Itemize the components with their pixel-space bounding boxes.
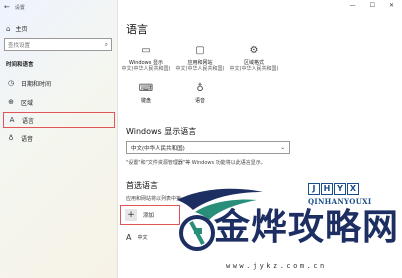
window-icon: ▢: [195, 45, 205, 56]
sidebar-item-region[interactable]: ⊕ 区域: [3, 94, 115, 110]
watermark-plug-icon: [179, 215, 215, 251]
watermark-brand-letters: J H Y X: [308, 183, 371, 195]
tile-label: 语音: [194, 98, 205, 104]
window-controls: — ☐ ✕: [350, 2, 394, 9]
tile-sub: 中文(中华人民共和国): [229, 66, 279, 72]
tile-sub: 中文(中华人民共和国): [121, 66, 171, 72]
microphone-icon: ♁: [8, 134, 14, 142]
sidebar-item-label: 日期和时间: [21, 80, 52, 88]
sidebar-item-label: 语言: [22, 117, 35, 125]
display-language-select[interactable]: 中文(中华人民共和国) ⌄: [126, 141, 290, 154]
tile-speech[interactable]: ♁ 语音: [174, 82, 226, 104]
display-language-note: "设置"和"文件资源管理器"等 Windows 功能将以此语言显示。: [126, 160, 266, 166]
language-icon: A: [126, 233, 132, 242]
sidebar-item-speech[interactable]: ♁ 语音: [3, 130, 115, 146]
tile-apps-websites[interactable]: ▢ 应用和网站 中文(中华人民共和国): [174, 44, 226, 72]
display-language-heading: Windows 显示语言: [126, 127, 197, 136]
section-title: 时间和语言: [6, 62, 34, 68]
watermark-brand-latin: QINHANYOUXI: [308, 197, 372, 206]
settings-sidebar: ← 设置 ⌂ 主页 查找设置 ⌕ 时间和语言 ◷ 日期和时间 ⊕ 区域 A 语言…: [0, 0, 118, 278]
language-list-item[interactable]: A 中文: [126, 233, 148, 242]
chevron-down-icon: ⌄: [280, 144, 285, 151]
home-icon: ⌂: [6, 24, 11, 33]
window-title: 设置: [14, 5, 25, 11]
add-language-label: 添加: [143, 213, 155, 219]
search-placeholder: 查找设置: [8, 42, 31, 49]
preferred-language-heading: 首选语言: [126, 181, 158, 190]
calendar-clock-icon: ◷: [7, 79, 15, 87]
tile-windows-display[interactable]: ▭ Windows 显示 中文(中华人民共和国): [120, 44, 172, 72]
watermark-site-name: 金烨攻略网: [214, 207, 400, 248]
watermark-brand: J H Y X QINHANYOUXI: [308, 183, 371, 206]
minimize-icon[interactable]: —: [350, 2, 356, 9]
sidebar-item-date-time[interactable]: ◷ 日期和时间: [3, 75, 115, 91]
tile-keyboard[interactable]: ⌨ 键盘: [120, 82, 172, 104]
title-bar: ← 设置: [4, 3, 25, 12]
search-icon: ⌕: [104, 40, 108, 48]
tile-sub: 中文(中华人民共和国): [175, 66, 225, 72]
watermark-url: www.jykz.com.cn: [226, 262, 327, 270]
globe-gear-icon: ⚙: [249, 45, 259, 56]
plus-icon: +: [125, 209, 137, 221]
maximize-icon[interactable]: ☐: [370, 2, 375, 9]
display-language-value: 中文(中华人民共和国): [131, 145, 185, 152]
search-input[interactable]: 查找设置 ⌕: [4, 38, 112, 51]
monitor-icon: ▭: [141, 45, 151, 56]
back-arrow-icon[interactable]: ←: [4, 4, 10, 11]
language-name: 中文: [137, 235, 148, 241]
add-language-button[interactable]: + 添加: [120, 205, 180, 225]
sidebar-item-language[interactable]: A 语言: [3, 112, 115, 128]
keyboard-icon: ⌨: [138, 83, 154, 94]
close-icon[interactable]: ✕: [389, 2, 394, 9]
microphone-icon: ♁: [196, 83, 204, 94]
sidebar-item-label: 语音: [21, 135, 34, 143]
home-label: 主页: [15, 26, 28, 33]
home-link[interactable]: ⌂ 主页: [6, 24, 28, 34]
sidebar-item-label: 区域: [21, 99, 34, 107]
tile-label: 键盘: [140, 98, 151, 104]
tile-regional-format[interactable]: ⚙ 区域格式 中文(中华人民共和国): [228, 44, 280, 72]
page-title: 语言: [126, 23, 148, 36]
language-icon: A: [9, 116, 15, 124]
region-icon: ⊕: [8, 98, 14, 106]
